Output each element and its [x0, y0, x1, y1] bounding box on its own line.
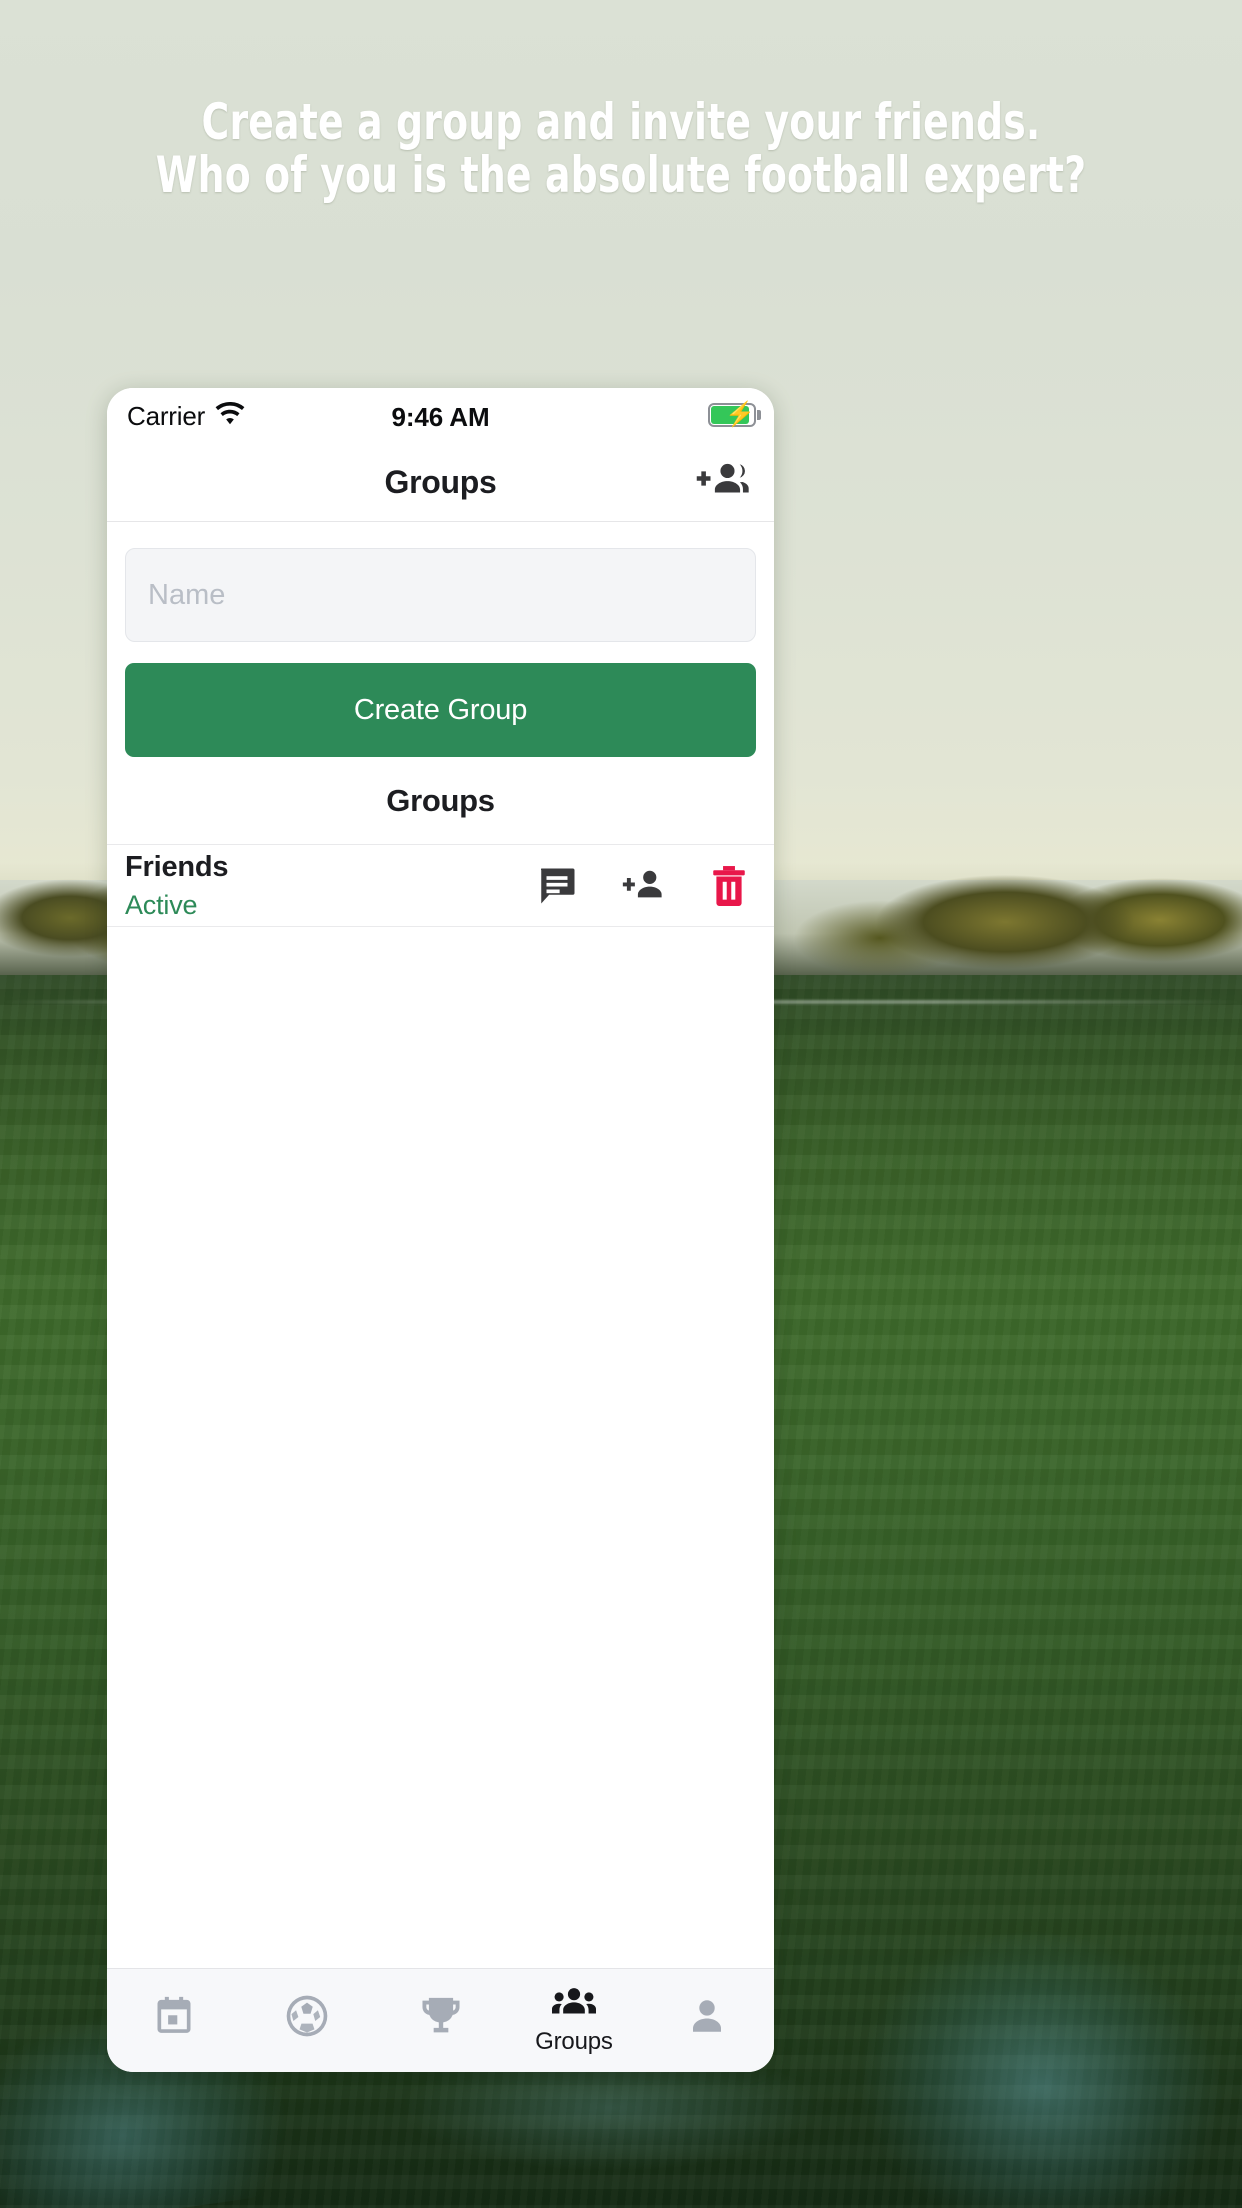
tab-leaderboard[interactable]	[374, 1969, 507, 2072]
nav-bar: Groups	[107, 444, 774, 522]
headline-line-1: Create a group and invite your friends.	[201, 93, 1041, 151]
group-name: Friends	[125, 850, 229, 883]
status-bar-right: ⚡	[708, 401, 761, 428]
table-row[interactable]: Friends Active	[107, 845, 774, 927]
headline-line-2: Who of you is the absolute football expe…	[155, 146, 1087, 204]
groups-section-header: Groups	[107, 757, 774, 845]
group-name-input[interactable]	[125, 548, 756, 642]
group-row-actions	[536, 865, 754, 907]
promo-headline: Create a group and invite your friends. …	[99, 96, 1142, 202]
status-bar-clock: 9:46 AM	[391, 402, 490, 432]
trophy-icon	[419, 1994, 463, 2043]
group-row-texts: Friends Active	[125, 850, 229, 921]
page-title: Groups	[384, 464, 497, 500]
trash-icon[interactable]	[710, 865, 748, 907]
tab-profile[interactable]	[641, 1969, 774, 2072]
groups-section-title: Groups	[386, 782, 495, 818]
phone-mockup: Carrier 9:46 AM ⚡ Groups Name Create Gro…	[107, 388, 774, 2072]
tab-calendar[interactable]	[107, 1969, 240, 2072]
groups-list: Friends Active	[107, 845, 774, 1729]
status-bar: Carrier 9:46 AM ⚡	[107, 388, 774, 444]
tab-bar: Groups	[107, 1968, 774, 2072]
tab-groups-label: Groups	[535, 2028, 613, 2055]
person-icon	[686, 1995, 728, 2042]
chat-icon[interactable]	[536, 865, 578, 907]
groups-icon	[551, 1985, 596, 2024]
calendar-icon	[152, 1994, 196, 2043]
person-add-icon[interactable]	[622, 866, 666, 906]
tab-groups[interactable]: Groups	[507, 1969, 640, 2072]
list-empty-space	[107, 927, 774, 1729]
soccer-ball-icon	[284, 1993, 330, 2044]
battery-charging-icon: ⚡	[708, 401, 761, 428]
create-group-button[interactable]: Create Group	[125, 663, 756, 757]
group-status: Active	[125, 889, 198, 920]
group-add-icon[interactable]	[696, 459, 754, 506]
tab-matches[interactable]	[240, 1969, 373, 2072]
create-group-form: Create Group	[107, 522, 774, 757]
